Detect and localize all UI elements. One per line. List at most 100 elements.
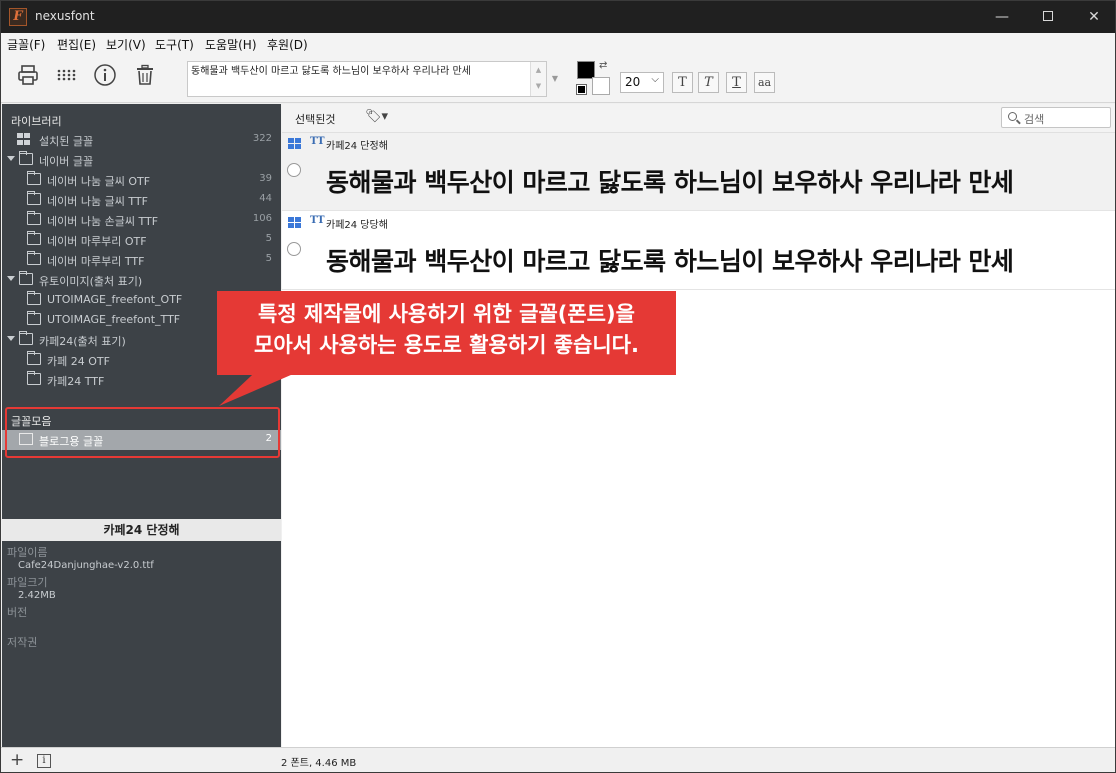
font-list-toolbar: 선택된것 🏷▾ 검색 [282, 104, 1115, 133]
sample-text-input[interactable]: 동해물과 백두산이 마르고 닳도록 하느님이 보우하사 우리나라 만세 ▲ ▼ [187, 61, 547, 97]
font-name: 카페24 단정해 [326, 141, 388, 152]
sidebar-item-label: UTOIMAGE_freefont_OTF [47, 293, 183, 306]
menu-font[interactable]: 글꼴(F) [7, 36, 45, 53]
italic-toggle[interactable]: T [698, 72, 719, 93]
sidebar-group-utoimage[interactable]: 유토이미지(출처 표기) [2, 270, 281, 290]
sidebar-group-naver[interactable]: 네이버 글꼴 [2, 150, 281, 170]
folder-icon [27, 171, 41, 185]
file-size-label: 파일크기 [7, 576, 48, 589]
font-size-select[interactable]: 20 ⌵ [620, 72, 664, 93]
font-list-item[interactable]: TT 카페24 단정해 동해물과 백두산이 마르고 닳도록 하느님이 보우하사 … [282, 133, 1115, 211]
font-name: 카페24 당당해 [326, 220, 388, 231]
background-color-swatch[interactable] [592, 77, 610, 95]
folder-icon [19, 331, 33, 345]
expand-icon[interactable] [7, 276, 15, 281]
font-sample: 동해물과 백두산이 마르고 닳도록 하느님이 보우하사 우리나라 만세 [326, 247, 1014, 276]
sidebar-item-count: 106 [252, 213, 272, 224]
case-toggle[interactable]: aa [754, 72, 775, 93]
swap-colors-icon[interactable]: ⇄ [599, 60, 607, 71]
expand-icon[interactable] [7, 336, 15, 341]
sidebar-item-label: 네이버 나눔 글씨 OTF [47, 175, 151, 188]
sidebar-item-count: 5 [265, 253, 272, 264]
sidebar-item-label: UTOIMAGE_freefont_TTF [47, 313, 181, 326]
sidebar-item-label: 카페24 TTF [47, 375, 105, 388]
underline-toggle[interactable]: T [726, 72, 747, 93]
status-bar: + i 2 폰트, 4.46 MB [1, 747, 1115, 772]
info-panel: 파일이름 Cafe24Danjunghae-v2.0.ttf 파일크기 2.42… [2, 541, 281, 747]
sidebar-item-label: 카페 24 OTF [47, 355, 110, 368]
search-placeholder: 검색 [1024, 113, 1045, 126]
folder-icon [27, 211, 41, 225]
minimize-button[interactable]: — [979, 1, 1025, 33]
truetype-icon: TT [310, 215, 325, 226]
info-panel-title: 카페24 단정해 [2, 519, 281, 541]
sidebar-item-naver-maruburi-otf[interactable]: 네이버 마루부리 OTF 5 [2, 230, 281, 250]
menu-edit[interactable]: 편집(E) [57, 36, 96, 53]
sidebar-item-label: 카페24(출처 표기) [39, 335, 126, 348]
sample-text-dropdown-icon[interactable]: ▼ [549, 61, 561, 97]
font-list-panel: 선택된것 🏷▾ 검색 TT 카페24 단정해 동해물과 백두산이 마르고 닳도록… [282, 104, 1115, 747]
close-button[interactable]: ✕ [1071, 1, 1115, 33]
status-text: 2 폰트, 4.46 MB [281, 758, 357, 769]
sidebar-item-count: 322 [252, 133, 272, 144]
info-toggle-button[interactable]: i [37, 754, 51, 768]
sidebar-item-label: 설치된 글꼴 [39, 135, 94, 148]
font-size-value: 20 [625, 75, 641, 89]
menu-bar: 글꼴(F) 편집(E) 보기(V) 도구(T) 도움말(H) 후원(D) [1, 33, 1115, 55]
font-sample: 동해물과 백두산이 마르고 닳도록 하느님이 보우하사 우리나라 만세 [326, 168, 1014, 197]
folder-icon [27, 351, 41, 365]
folder-icon [19, 151, 33, 165]
reset-colors-icon[interactable] [576, 84, 587, 95]
add-collection-button[interactable]: + [10, 750, 24, 770]
font-list-item[interactable]: TT 카페24 당당해 동해물과 백두산이 마르고 닳도록 하느님이 보우하사 … [282, 212, 1115, 290]
folder-icon [27, 191, 41, 205]
menu-help[interactable]: 도움말(H) [205, 36, 257, 53]
bold-toggle[interactable]: T [672, 72, 693, 93]
sidebar-item-label: 네이버 마루부리 OTF [47, 235, 147, 248]
expand-icon[interactable] [7, 156, 15, 161]
menu-view[interactable]: 보기(V) [106, 36, 146, 53]
file-name-label: 파일이름 [7, 546, 48, 559]
trash-icon[interactable] [131, 63, 159, 91]
sidebar-item-count: 44 [259, 193, 272, 204]
tag-icon[interactable]: 🏷▾ [365, 109, 388, 124]
file-size-value: 2.42MB [18, 590, 56, 601]
app-window: F nexusfont — ✕ 글꼴(F) 편집(E) 보기(V) 도구(T) … [0, 0, 1116, 773]
folder-icon [27, 311, 41, 325]
font-select-radio[interactable] [287, 242, 301, 256]
version-label: 버전 [7, 606, 28, 619]
truetype-icon: TT [310, 136, 325, 147]
folder-icon [27, 231, 41, 245]
callout-line-2: 모아서 사용하는 용도로 활용하기 좋습니다. [254, 333, 639, 357]
sidebar-item-label: 네이버 글꼴 [39, 155, 94, 168]
sidebar-item-naver-nanum-otf[interactable]: 네이버 나눔 글씨 OTF 39 [2, 170, 281, 190]
sidebar-item-label: 유토이미지(출처 표기) [39, 275, 143, 288]
menu-tools[interactable]: 도구(T) [155, 36, 194, 53]
grid-icon[interactable] [53, 63, 81, 91]
title-bar: F nexusfont — ✕ [1, 1, 1115, 33]
highlight-box [5, 407, 280, 458]
sample-text-scrollbar[interactable]: ▲ ▼ [530, 62, 546, 96]
chevron-down-icon: ⌵ [651, 74, 659, 85]
sidebar-item-naver-maruburi-ttf[interactable]: 네이버 마루부리 TTF 5 [2, 250, 281, 270]
printer-icon[interactable] [14, 63, 42, 91]
windows-icon [288, 217, 301, 228]
sidebar-item-installed[interactable]: 설치된 글꼴 322 [2, 130, 281, 150]
menu-donate[interactable]: 후원(D) [267, 36, 308, 53]
maximize-button[interactable] [1025, 1, 1071, 33]
folder-icon [27, 251, 41, 265]
sidebar-item-naver-handwriting-ttf[interactable]: 네이버 나눔 손글씨 TTF 106 [2, 210, 281, 230]
sidebar-item-label: 네이버 마루부리 TTF [47, 255, 145, 268]
selected-filter-button[interactable]: 선택된것 [295, 111, 335, 127]
maximize-icon [1043, 11, 1053, 21]
info-icon[interactable] [91, 63, 119, 91]
app-logo-icon: F [9, 8, 27, 26]
copyright-label: 저작권 [7, 636, 38, 649]
search-icon [1008, 112, 1017, 121]
folder-icon [19, 271, 33, 285]
search-input[interactable]: 검색 [1001, 107, 1111, 128]
library-header: 라이브러리 [11, 115, 62, 128]
sample-text-value: 동해물과 백두산이 마르고 닳도록 하느님이 보우하사 우리나라 만세 [191, 66, 471, 77]
sidebar-item-naver-nanum-ttf[interactable]: 네이버 나눔 글씨 TTF 44 [2, 190, 281, 210]
font-select-radio[interactable] [287, 163, 301, 177]
